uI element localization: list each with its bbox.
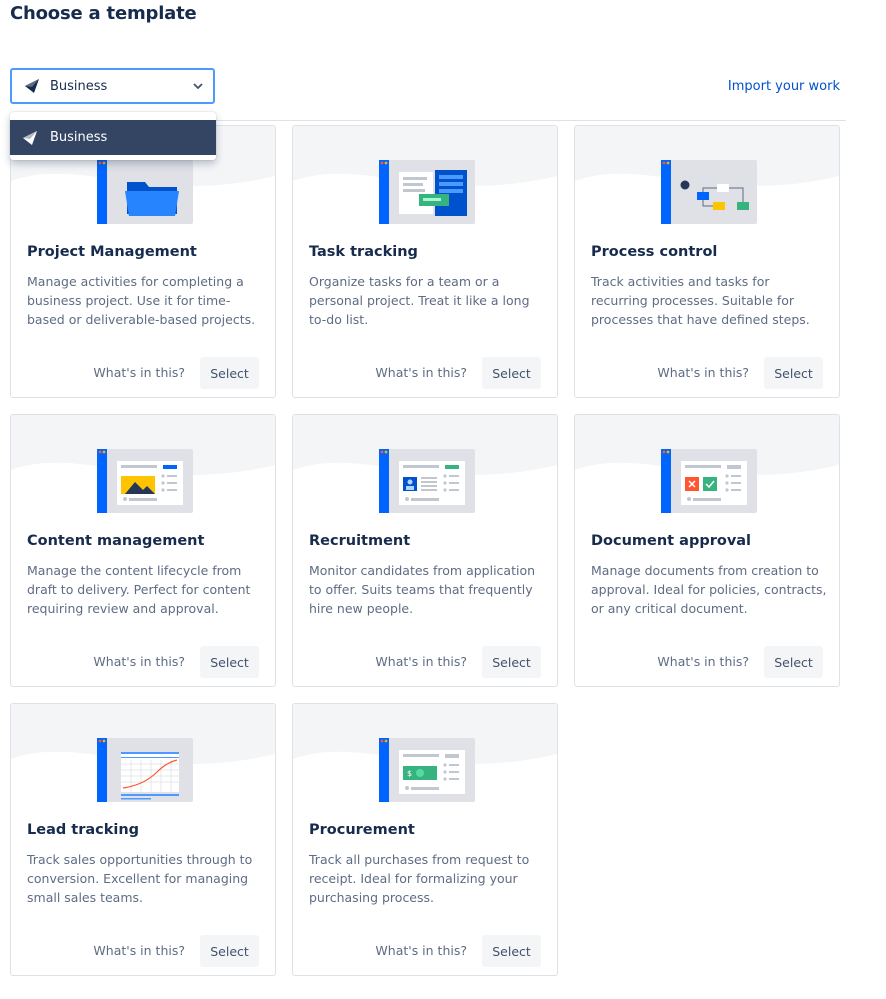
template-card-content-management: Content management Manage the content li… bbox=[10, 414, 276, 687]
money-bill-icon: $ bbox=[379, 738, 475, 802]
card-title: Content management bbox=[27, 533, 205, 549]
template-card-project-management: Project Management Manage activities for… bbox=[10, 125, 276, 398]
select-button[interactable]: Select bbox=[482, 357, 541, 389]
dropdown-option-business[interactable]: Business bbox=[10, 120, 216, 155]
business-plane-icon bbox=[23, 130, 37, 145]
template-card-process-control: Process control Track activities and tas… bbox=[574, 125, 840, 398]
whats-in-this-link[interactable]: What's in this? bbox=[93, 365, 185, 380]
whats-in-this-link[interactable]: What's in this? bbox=[93, 654, 185, 669]
page-title: Choose a template bbox=[10, 3, 197, 24]
whats-in-this-link[interactable]: What's in this? bbox=[375, 943, 467, 958]
select-button[interactable]: Select bbox=[764, 357, 823, 389]
select-button[interactable]: Select bbox=[764, 646, 823, 678]
template-grid: Project Management Manage activities for… bbox=[10, 125, 840, 976]
whats-in-this-link[interactable]: What's in this? bbox=[93, 943, 185, 958]
template-card-lead-tracking: Lead tracking Track sales opportunities … bbox=[10, 703, 276, 976]
business-plane-icon bbox=[25, 79, 39, 93]
template-card-document-approval: Document approval Manage documents from … bbox=[574, 414, 840, 687]
category-select-value: Business bbox=[50, 78, 108, 94]
card-title: Recruitment bbox=[309, 533, 411, 549]
card-description: Track sales opportunities through to con… bbox=[27, 852, 253, 905]
card-title: Procurement bbox=[309, 822, 415, 838]
category-dropdown-menu: Business bbox=[10, 112, 216, 160]
card-description: Manage documents from creation to approv… bbox=[591, 563, 827, 616]
card-description: Manage activities for completing a busin… bbox=[27, 274, 256, 327]
select-button[interactable]: Select bbox=[200, 935, 259, 967]
task-board-icon bbox=[379, 160, 475, 224]
card-description: Track all purchases from request to rece… bbox=[309, 852, 530, 905]
card-description: Track activities and tasks for recurring… bbox=[591, 274, 810, 327]
dropdown-option-label: Business bbox=[50, 130, 108, 145]
svg-text:$: $ bbox=[407, 769, 412, 778]
category-select[interactable]: Business bbox=[10, 68, 215, 104]
content-image-icon bbox=[97, 449, 193, 513]
template-card-recruitment: Recruitment Monitor candidates from appl… bbox=[292, 414, 558, 687]
whats-in-this-link[interactable]: What's in this? bbox=[657, 365, 749, 380]
select-button[interactable]: Select bbox=[482, 646, 541, 678]
whats-in-this-link[interactable]: What's in this? bbox=[375, 654, 467, 669]
card-title: Document approval bbox=[591, 533, 752, 549]
card-description: Manage the content lifecycle from draft … bbox=[27, 563, 251, 616]
whats-in-this-link[interactable]: What's in this? bbox=[657, 654, 749, 669]
select-button[interactable]: Select bbox=[482, 935, 541, 967]
whats-in-this-link[interactable]: What's in this? bbox=[375, 365, 467, 380]
card-title: Lead tracking bbox=[27, 822, 140, 838]
folder-icon bbox=[97, 160, 193, 224]
candidate-profile-icon bbox=[379, 449, 475, 513]
select-button[interactable]: Select bbox=[200, 357, 259, 389]
import-work-link[interactable]: Import your work bbox=[728, 79, 840, 94]
select-button[interactable]: Select bbox=[200, 646, 259, 678]
template-card-task-tracking: Task tracking Organize tasks for a team … bbox=[292, 125, 558, 398]
template-card-procurement: $ Procurement Track all purchases from r… bbox=[292, 703, 558, 976]
chevron-down-icon bbox=[193, 83, 203, 90]
approval-icon bbox=[661, 449, 757, 513]
flowchart-icon bbox=[661, 160, 757, 224]
card-description: Organize tasks for a team or a personal … bbox=[309, 274, 530, 327]
card-description: Monitor candidates from application to o… bbox=[309, 563, 536, 616]
card-title: Task tracking bbox=[309, 244, 418, 260]
card-title: Process control bbox=[591, 244, 718, 260]
sales-chart-icon bbox=[97, 738, 193, 802]
card-title: Project Management bbox=[27, 244, 197, 260]
